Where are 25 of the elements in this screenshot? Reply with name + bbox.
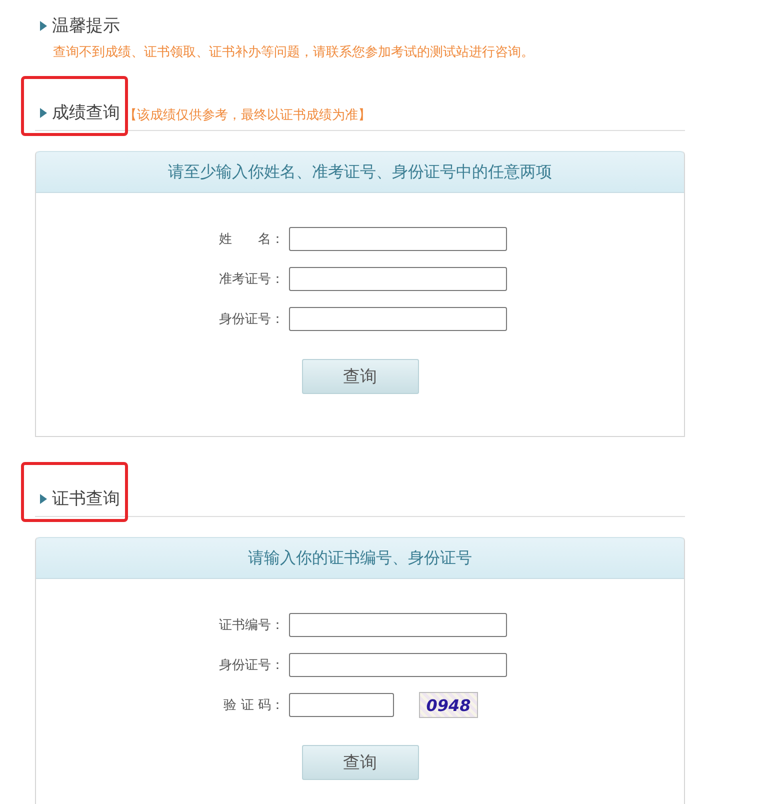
section-note: 【该成绩仅供参考，最终以证书成绩为准】 <box>124 107 371 124</box>
input-field[interactable] <box>289 307 507 331</box>
field-label: 验 证 码： <box>222 697 285 714</box>
input-field[interactable] <box>289 267 507 291</box>
captcha-image: 0948 <box>419 692 478 718</box>
field-label: 身份证号： <box>218 657 285 674</box>
query-button[interactable]: 查询 <box>302 359 418 394</box>
input-field[interactable] <box>289 613 507 637</box>
section-title: 证书查询 <box>52 488 120 510</box>
section-title: 成绩查询 <box>52 102 120 124</box>
tip-title: 温馨提示 <box>52 15 120 37</box>
triangle-icon <box>40 108 47 118</box>
query-button[interactable]: 查询 <box>302 745 418 780</box>
input-field[interactable] <box>289 653 507 677</box>
triangle-icon <box>40 20 47 30</box>
field-label: 姓 名： <box>218 231 285 248</box>
captcha-field[interactable] <box>289 693 394 717</box>
field-label: 证书编号： <box>218 617 285 634</box>
field-label: 身份证号： <box>218 311 285 328</box>
input-field[interactable] <box>289 227 507 251</box>
triangle-icon <box>40 494 47 504</box>
field-label: 准考证号： <box>218 271 285 288</box>
tip-text: 查询不到成绩、证书领取、证书补办等问题，请联系您参加考试的测试站进行咨询。 <box>52 44 535 61</box>
card-title: 请至少输入你姓名、准考证号、身份证号中的任意两项 <box>36 151 684 193</box>
card-title: 请输入你的证书编号、身份证号 <box>36 537 684 579</box>
